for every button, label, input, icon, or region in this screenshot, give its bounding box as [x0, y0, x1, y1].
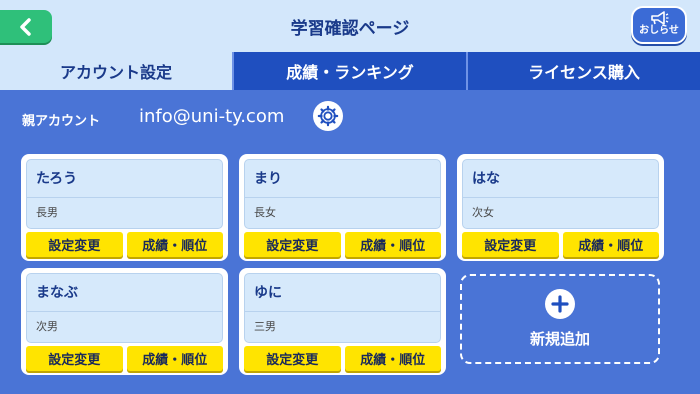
child-card: まり 長女 設定変更 成績・順位: [239, 154, 446, 261]
settings-change-button[interactable]: 設定変更: [26, 232, 123, 257]
child-name: たろう: [27, 160, 222, 198]
child-card: はな 次女 設定変更 成績・順位: [457, 154, 664, 261]
results-rank-button[interactable]: 成績・順位: [126, 232, 223, 257]
results-rank-button[interactable]: 成績・順位: [126, 346, 223, 371]
parent-account-label: 親アカウント: [22, 114, 101, 129]
settings-change-button[interactable]: 設定変更: [244, 232, 341, 257]
add-child-button[interactable]: 新規追加: [460, 274, 660, 364]
parent-account-row: 親アカウント info@uni-ty.com: [0, 90, 700, 146]
tab-results-ranking[interactable]: 成績・ランキング: [232, 52, 466, 90]
tab-bar: アカウント設定 成績・ランキング ライセンス購入: [0, 52, 700, 90]
add-child-label: 新規追加: [529, 330, 590, 348]
child-relation: 長女: [254, 206, 276, 219]
results-rank-button[interactable]: 成績・順位: [562, 232, 659, 257]
notice-label: おしらせ: [639, 25, 679, 36]
megaphone-icon: [651, 11, 669, 25]
account-settings-button[interactable]: [313, 101, 343, 131]
child-name: まなぶ: [27, 274, 222, 312]
gear-icon: [317, 105, 339, 127]
tab-account-settings[interactable]: アカウント設定: [0, 52, 232, 90]
page-title: 学習確認ページ: [290, 19, 410, 39]
child-relation: 次女: [472, 206, 494, 219]
child-card: たろう 長男 設定変更 成績・順位: [21, 154, 228, 261]
settings-change-button[interactable]: 設定変更: [462, 232, 559, 257]
notice-button[interactable]: おしらせ: [631, 6, 687, 44]
child-name: ゆに: [245, 274, 440, 312]
header-bar: 学習確認ページ おしらせ: [0, 0, 700, 52]
results-rank-button[interactable]: 成績・順位: [344, 232, 441, 257]
results-rank-button[interactable]: 成績・順位: [344, 346, 441, 371]
parent-account-email: info@uni-ty.com: [139, 106, 285, 127]
child-card: ゆに 三男 設定変更 成績・順位: [239, 268, 446, 375]
child-name: はな: [463, 160, 658, 198]
child-name: まり: [245, 160, 440, 198]
tab-license-purchase[interactable]: ライセンス購入: [466, 52, 700, 90]
plus-icon: [545, 289, 575, 319]
settings-change-button[interactable]: 設定変更: [244, 346, 341, 371]
settings-change-button[interactable]: 設定変更: [26, 346, 123, 371]
child-card: まなぶ 次男 設定変更 成績・順位: [21, 268, 228, 375]
child-relation: 三男: [254, 320, 276, 333]
child-relation: 次男: [36, 320, 58, 333]
child-relation: 長男: [36, 206, 58, 219]
